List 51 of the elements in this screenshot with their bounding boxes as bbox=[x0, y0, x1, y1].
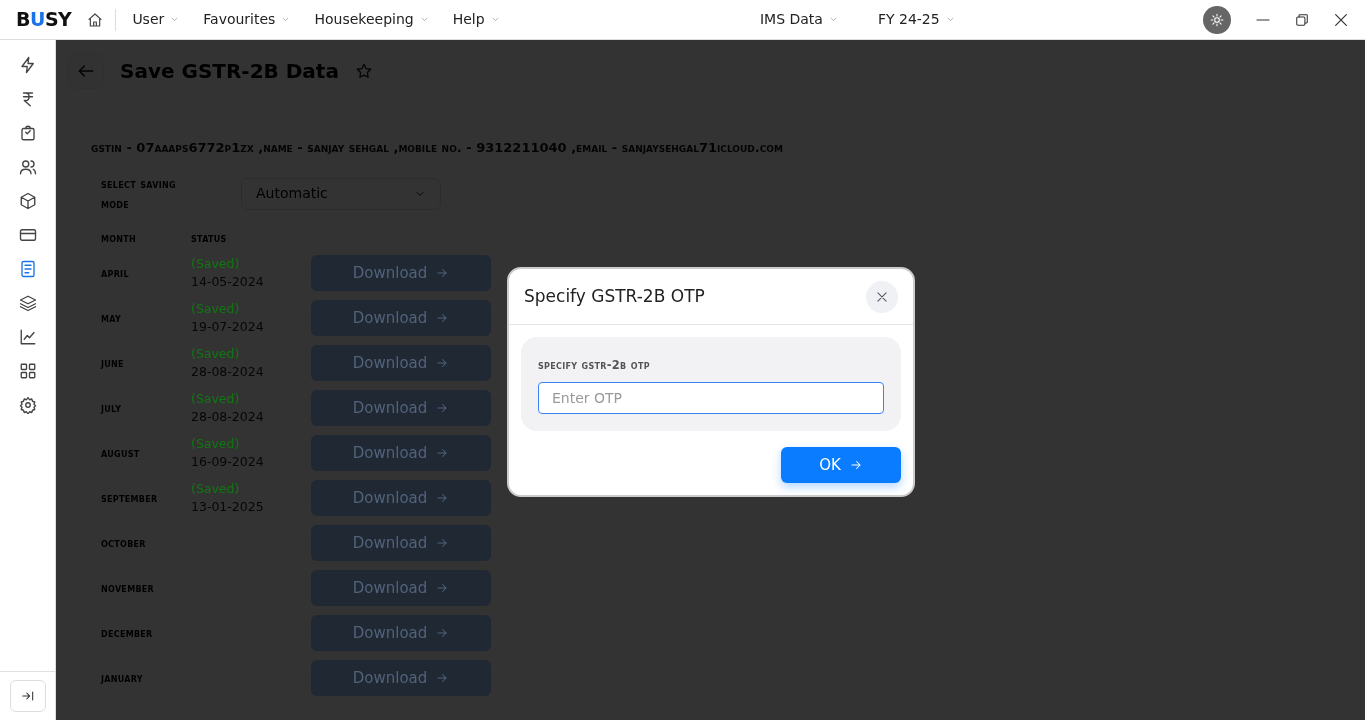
status-text: (Saved) bbox=[191, 255, 241, 274]
sun-icon bbox=[1210, 12, 1224, 27]
card-icon[interactable] bbox=[18, 226, 37, 244]
company-selector[interactable]: FY 24-25 bbox=[865, 9, 967, 30]
users-icon[interactable] bbox=[18, 158, 37, 176]
caret-icon bbox=[828, 15, 838, 24]
theme-toggle[interactable] bbox=[1203, 5, 1231, 34]
expand-sidebar-button[interactable] bbox=[9, 680, 46, 712]
bag-icon[interactable] bbox=[18, 124, 37, 142]
dialog-title: Specify GSTR-2B OTP bbox=[524, 286, 705, 307]
field-label: specify gstr-2b otp bbox=[538, 357, 651, 374]
status-text: (Saved) bbox=[191, 345, 241, 364]
logo: BUSY bbox=[16, 7, 72, 33]
caret-icon bbox=[170, 15, 180, 24]
download-button[interactable]: Download bbox=[311, 435, 491, 472]
document-icon[interactable] bbox=[18, 260, 37, 278]
download-button[interactable]: Download bbox=[311, 660, 491, 697]
settings-icon[interactable] bbox=[18, 396, 37, 414]
status-text: (Saved) bbox=[191, 435, 241, 454]
menu-item[interactable]: User bbox=[120, 9, 192, 30]
otp-input-field[interactable]: Enter OTP bbox=[538, 382, 884, 415]
restore-icon[interactable] bbox=[1295, 12, 1309, 27]
status-text: (Saved) bbox=[191, 390, 241, 409]
download-button[interactable]: Download bbox=[311, 525, 491, 562]
chart-icon[interactable] bbox=[18, 328, 37, 346]
menu-item[interactable]: Favourites bbox=[191, 9, 303, 30]
download-button[interactable]: Download bbox=[311, 570, 491, 607]
menu-item[interactable]: Housekeeping bbox=[302, 9, 441, 30]
close-icon[interactable] bbox=[1333, 11, 1349, 28]
close-icon bbox=[875, 289, 889, 304]
home-icon[interactable] bbox=[87, 11, 104, 28]
menu-item[interactable]: Help bbox=[440, 9, 512, 30]
caret-icon bbox=[490, 15, 500, 24]
layers-icon[interactable] bbox=[18, 294, 37, 312]
grid-icon[interactable] bbox=[18, 362, 37, 380]
status-text: (Saved) bbox=[191, 480, 241, 499]
download-button[interactable]: Download bbox=[311, 390, 491, 427]
company-selector[interactable]: IMS Data bbox=[747, 9, 850, 30]
download-button[interactable]: Download bbox=[311, 480, 491, 517]
cube-icon[interactable] bbox=[18, 192, 37, 210]
ok-button[interactable]: OK bbox=[781, 447, 901, 484]
arrow-to-line-icon bbox=[20, 689, 35, 703]
caret-icon bbox=[945, 15, 955, 24]
download-button[interactable]: Download bbox=[311, 255, 491, 292]
status-text: (Saved) bbox=[191, 300, 241, 319]
bolt-icon[interactable] bbox=[18, 56, 37, 74]
download-button[interactable]: Download bbox=[311, 300, 491, 337]
caret-icon bbox=[281, 15, 291, 24]
download-button[interactable]: Download bbox=[311, 615, 491, 652]
caret-icon bbox=[419, 15, 429, 24]
download-button[interactable]: Download bbox=[311, 345, 491, 382]
